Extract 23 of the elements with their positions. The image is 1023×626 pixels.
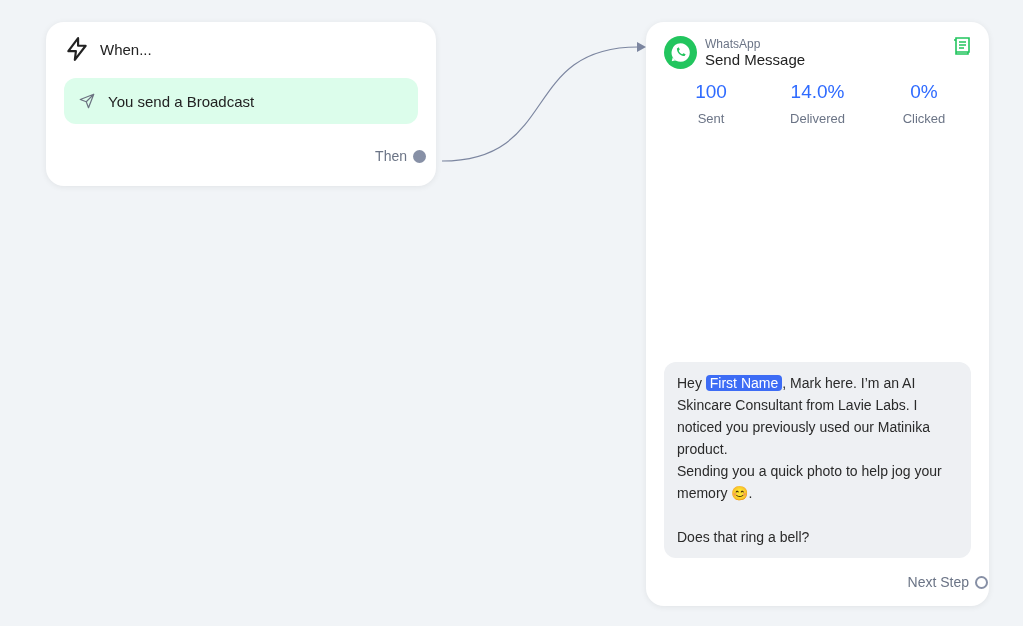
chat-phone-icon [664,36,697,69]
stat-label: Clicked [902,111,946,126]
lightning-icon [64,36,90,62]
handle-label: Then [375,148,407,164]
stat-value: 14.0% [790,81,845,103]
stat-label: Delivered [790,111,845,126]
trigger-label: You send a Broadcast [108,92,255,110]
message-text: Hey First Name , Mark here. I’m an AI Skincare Consultant from Lavie Labs. I noticed you previously used our Matinika product. Sending you a quick photo to help jog your memory 😊. Does that ring a bell? [677,374,943,547]
send-icon [78,92,96,110]
output-handle[interactable] [413,149,426,163]
document-icon[interactable] [951,36,971,56]
output-handle[interactable] [975,575,988,589]
stat-value: 0% [910,81,938,103]
action-card[interactable] [646,22,989,606]
node-title: When... [100,40,152,58]
variable-tag: First Name [705,375,783,391]
trigger-card[interactable]: When... You send a Broadcast Then [46,22,436,186]
trigger-item[interactable]: You send a Broadcast [64,78,418,124]
channel-label: WhatsApp [705,37,762,51]
stat-value: 100 [695,81,727,103]
node-title: Send Message [705,51,807,68]
stat-label: Sent [697,111,725,126]
handle-label: Next Step [907,574,969,590]
